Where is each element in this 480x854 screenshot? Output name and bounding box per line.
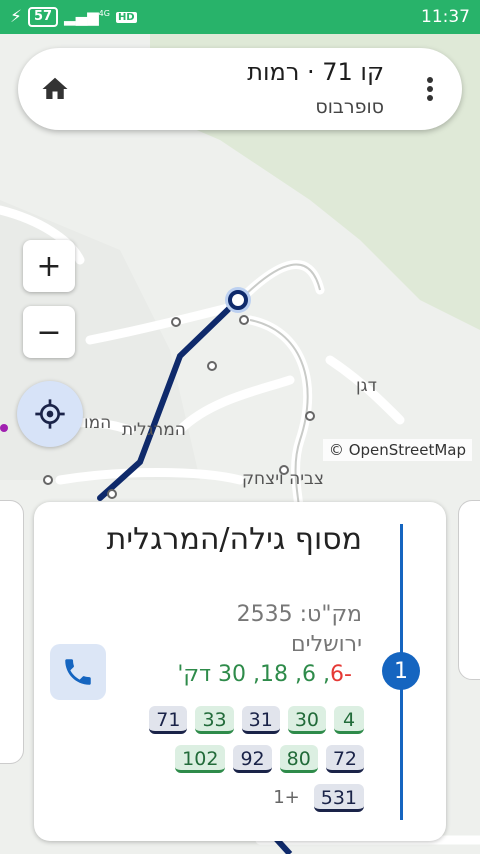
crosshair-icon — [35, 399, 65, 429]
stop-index-badge: 1 — [382, 652, 420, 690]
map-label-hamargalit: המרגלית — [122, 420, 186, 440]
line-chip[interactable]: 102 — [175, 745, 226, 773]
line-chip[interactable]: 72 — [325, 745, 364, 773]
arrival-times: -6, 6, 18, 30 דק' — [177, 662, 352, 687]
status-bar: ⚡ 57 ▂▄▆4G HD 11:37 — [0, 0, 480, 34]
map-label-tzvia: צביה ויצחק — [242, 469, 324, 489]
line-title: קו 71 · רמות — [247, 58, 384, 86]
line-chip[interactable]: 31 — [241, 706, 280, 734]
line-chip-row: 72 80 92 102 — [104, 745, 364, 773]
line-chip[interactable]: 33 — [195, 706, 234, 734]
hd-icon: HD — [115, 11, 137, 23]
line-chip[interactable]: 92 — [233, 745, 272, 773]
line-chip[interactable]: 30 — [287, 706, 326, 734]
my-location-button[interactable] — [17, 381, 83, 447]
arrival-times-upcoming: , 6, 18, 30 דק' — [177, 662, 331, 687]
line-chip[interactable]: 4 — [334, 706, 364, 734]
map-label-hamo: המו — [84, 413, 112, 433]
home-icon[interactable] — [40, 74, 70, 104]
zoom-out-button[interactable]: − — [23, 306, 75, 358]
previous-stop-card[interactable] — [0, 500, 24, 764]
clock: 11:37 — [421, 7, 470, 27]
stop-name: מסוף גילה/המרגלית — [106, 522, 362, 557]
map-label-dagan: דגן — [356, 376, 377, 396]
line-chip-row: 531 +1 — [104, 784, 364, 812]
line-chip-row: 4 30 31 33 71 — [104, 706, 364, 734]
stop-card[interactable]: 1 מסוף גילה/המרגלית מק"ט: 2535 ירושלים -… — [34, 502, 446, 841]
more-vert-icon[interactable] — [420, 72, 440, 106]
line-chip[interactable]: 71 — [149, 706, 188, 734]
stop-city: ירושלים — [291, 632, 362, 657]
map-attribution[interactable]: © OpenStreetMap — [322, 439, 472, 461]
charging-icon: ⚡ — [10, 7, 22, 27]
line-chips: 4 30 31 33 71 72 80 92 102 531 +1 — [104, 706, 364, 823]
line-chip[interactable]: 531 — [313, 784, 364, 812]
zoom-in-button[interactable]: + — [23, 240, 75, 292]
arrival-time-late: -6 — [330, 662, 352, 687]
next-stop-card[interactable] — [458, 500, 480, 680]
phone-button[interactable] — [50, 644, 106, 700]
stop-code: מק"ט: 2535 — [236, 602, 362, 627]
phone-icon — [65, 659, 91, 685]
operator-name: סופרבוס — [315, 96, 384, 118]
selected-stop-marker[interactable] — [228, 290, 248, 310]
poi-marker — [0, 424, 8, 432]
more-lines-count[interactable]: +1 — [267, 784, 306, 812]
line-header: קו 71 · רמות סופרבוס — [18, 48, 462, 130]
line-chip[interactable]: 80 — [279, 745, 318, 773]
signal-icon: ▂▄▆4G — [64, 8, 110, 26]
battery-level: 57 — [27, 7, 59, 27]
